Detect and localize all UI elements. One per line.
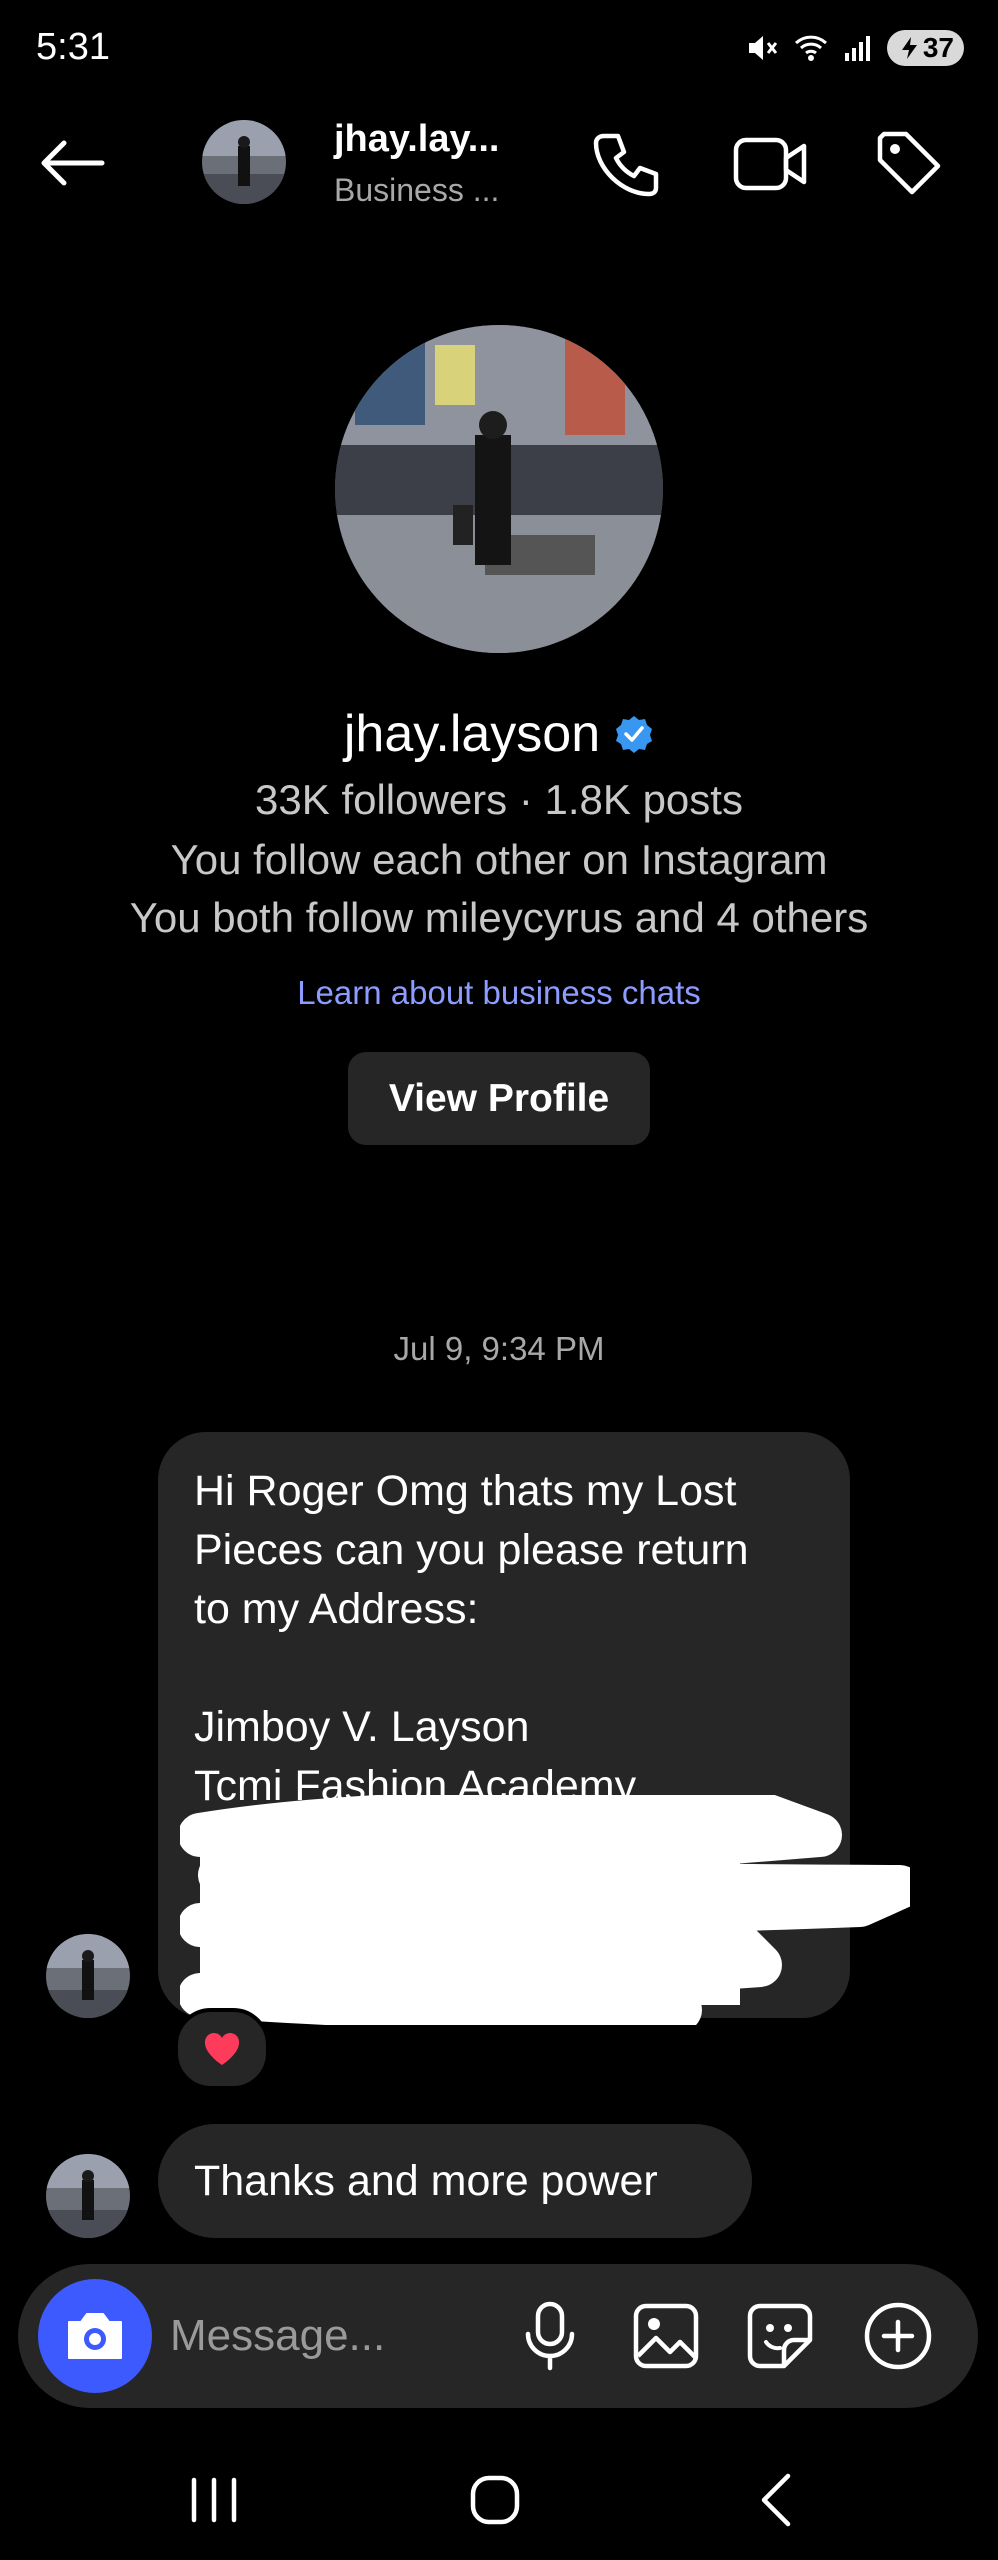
status-icons: 37 <box>745 30 964 66</box>
profile-name: jhay.layson <box>343 705 601 763</box>
sender-avatar[interactable] <box>46 1934 130 2018</box>
sticker-button[interactable] <box>744 2300 820 2372</box>
header-username[interactable]: jhay.lay... <box>334 118 499 161</box>
header-subtitle: Business ... <box>334 172 500 208</box>
chevron-left-icon <box>761 2473 791 2527</box>
battery-level: 37 <box>922 32 954 63</box>
recent-apps-button[interactable] <box>180 2470 250 2530</box>
tag-button[interactable] <box>872 128 952 208</box>
avatar-photo <box>46 2154 130 2238</box>
message-text: Hi Roger Omg thats my Lost Pieces can yo… <box>194 1462 834 1816</box>
redaction-scribble <box>180 1795 910 2025</box>
home-icon <box>470 2475 520 2525</box>
learn-business-chats-link[interactable]: Learn about business chats <box>0 974 998 1012</box>
heart-icon <box>204 2033 240 2065</box>
video-camera-icon <box>733 137 807 191</box>
battery-charge-icon <box>901 37 917 59</box>
verified-badge-icon <box>616 716 653 753</box>
recent-apps-icon <box>191 2477 237 2523</box>
microphone-icon <box>525 2301 575 2371</box>
signal-icon <box>844 36 870 61</box>
audio-call-button[interactable] <box>590 128 670 208</box>
avatar-photo <box>202 120 286 204</box>
message-line: Jimboy V. Layson <box>194 1703 530 1751</box>
voice-message-button[interactable] <box>518 2300 588 2372</box>
mutual-friends-text: You both follow mileycyrus and 4 others <box>129 894 869 941</box>
profile-name-row: jhay.layson <box>0 704 998 764</box>
message-line: Hi Roger Omg thats my Lost <box>194 1467 737 1515</box>
message-bubble[interactable]: Thanks and more power <box>158 2124 752 2238</box>
video-call-button[interactable] <box>730 128 820 208</box>
profile-picture[interactable] <box>335 325 663 653</box>
home-button[interactable] <box>460 2470 530 2530</box>
message-timestamp: Jul 9, 9:34 PM <box>393 1330 605 1367</box>
status-time: 5:31 <box>36 26 110 68</box>
header-avatar[interactable] <box>202 120 286 204</box>
back-button[interactable] <box>36 128 116 198</box>
message-input[interactable] <box>170 2300 500 2372</box>
plus-circle-icon <box>864 2302 932 2370</box>
message-composer <box>18 2264 978 2408</box>
gallery-button[interactable] <box>630 2300 706 2372</box>
more-options-button[interactable] <box>860 2298 936 2374</box>
profile-stats: 33K followers · 1.8K posts <box>255 776 743 823</box>
arrow-left-icon <box>41 140 105 186</box>
profile-photo <box>335 325 663 653</box>
sticker-icon <box>747 2303 813 2369</box>
image-icon <box>633 2303 699 2369</box>
sender-avatar[interactable] <box>46 2154 130 2238</box>
tag-icon <box>877 131 941 195</box>
phone-icon <box>593 133 659 197</box>
nav-back-button[interactable] <box>748 2470 808 2530</box>
view-profile-button[interactable]: View Profile <box>348 1052 650 1145</box>
avatar-photo <box>46 1934 130 2018</box>
message-reaction[interactable] <box>174 2008 270 2090</box>
camera-icon <box>68 2313 122 2359</box>
message-line: Pieces can you please return <box>194 1526 749 1574</box>
message-line: to my Address: <box>194 1585 479 1633</box>
message-text: Thanks and more power <box>194 2156 658 2205</box>
mutual-follow-text: You follow each other on Instagram <box>170 836 828 883</box>
wifi-icon <box>794 35 827 61</box>
battery-indicator: 37 <box>886 30 964 66</box>
camera-button[interactable] <box>38 2279 152 2393</box>
mute-icon <box>748 36 778 60</box>
